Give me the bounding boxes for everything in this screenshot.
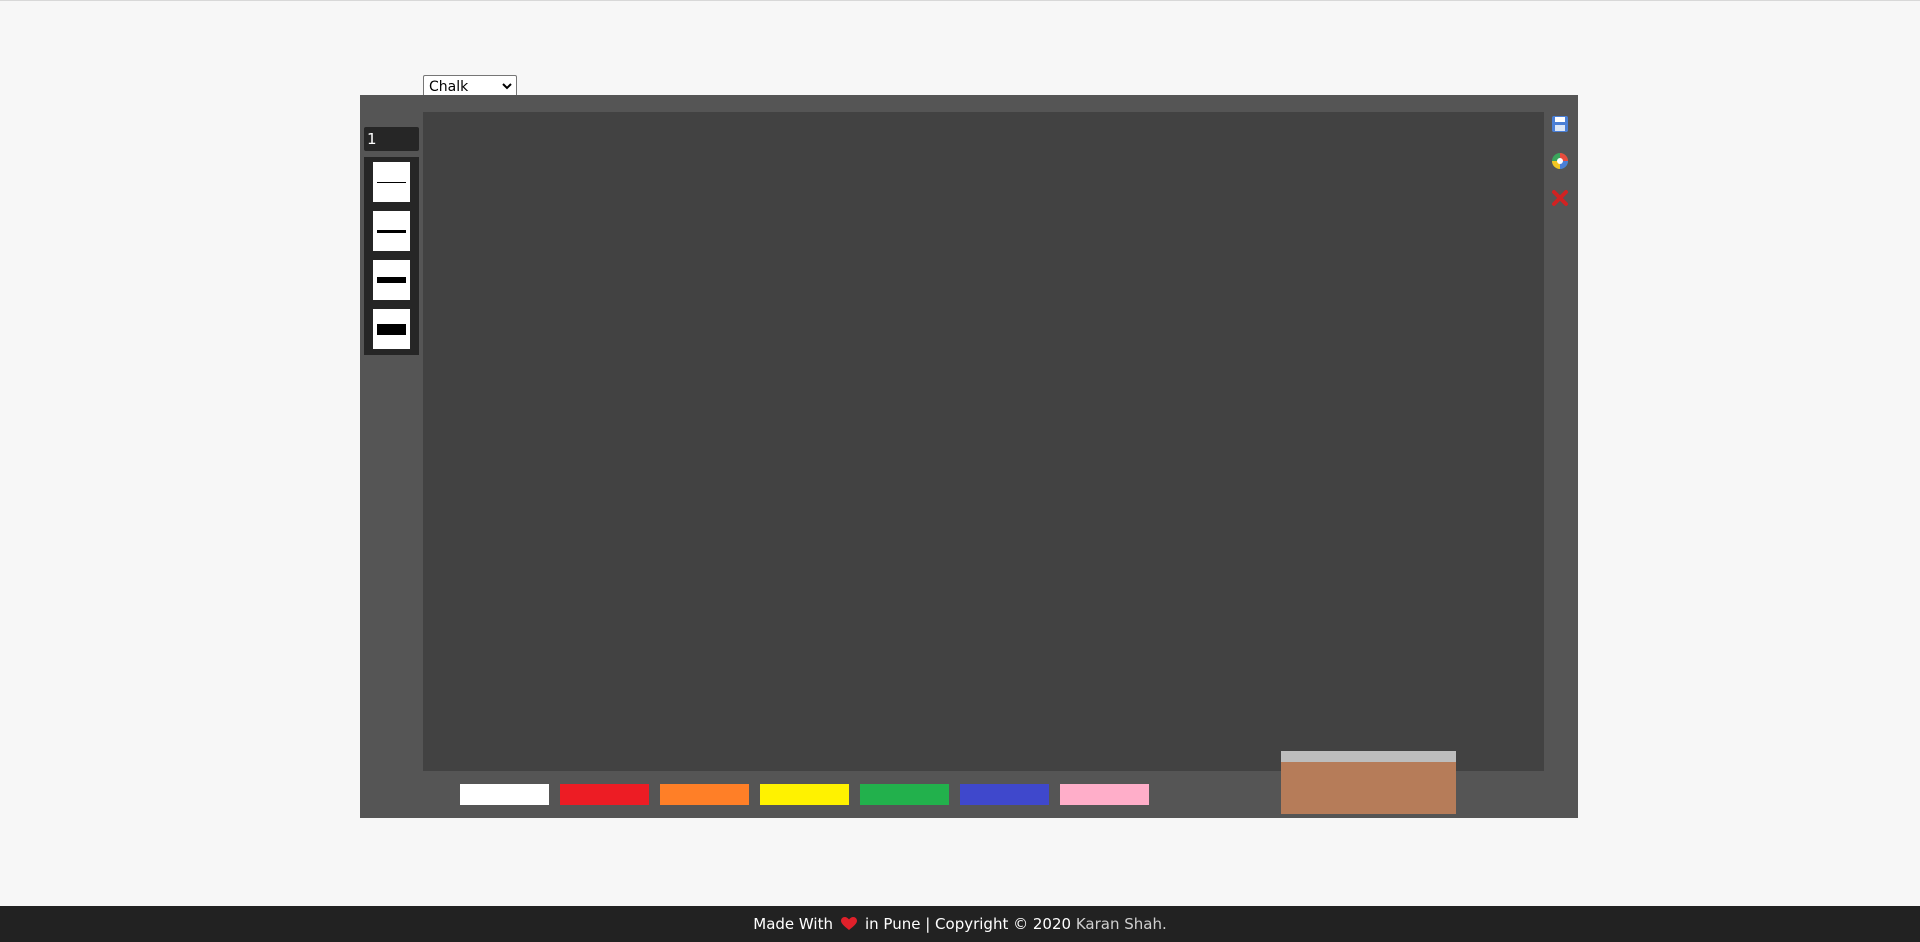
size-input[interactable]: 1	[364, 127, 419, 151]
line-size-4-button[interactable]	[373, 309, 410, 349]
chalk-green[interactable]	[860, 784, 949, 805]
footer-made-with: Made With	[753, 915, 833, 933]
chalk-red[interactable]	[560, 784, 649, 805]
chalk-pink[interactable]	[1060, 784, 1149, 805]
footer-location-copyright: in Pune | Copyright © 2020	[864, 915, 1072, 933]
line-size-3-icon	[377, 277, 406, 283]
line-size-2-button[interactable]	[373, 211, 410, 251]
drawing-canvas[interactable]	[423, 112, 1544, 771]
eraser-handle	[1281, 762, 1456, 814]
eraser[interactable]	[1281, 751, 1456, 814]
chalk-yellow[interactable]	[760, 784, 849, 805]
chevron-down-icon	[502, 83, 512, 90]
line-size-1-button[interactable]	[373, 162, 410, 202]
line-size-4-icon	[377, 323, 406, 335]
chalk-blue[interactable]	[960, 784, 1049, 805]
line-size-2-icon	[377, 229, 406, 233]
color-wheel-icon[interactable]	[1551, 152, 1569, 170]
chalkboard-frame: 1	[360, 95, 1578, 818]
line-size-3-button[interactable]	[373, 260, 410, 300]
heart-icon	[840, 917, 857, 930]
footer: Made With in Pune | Copyright © 2020 Kar…	[0, 906, 1920, 942]
line-size-1-icon	[377, 181, 406, 183]
line-size-panel	[364, 157, 419, 355]
chalk-white[interactable]	[460, 784, 549, 805]
save-icon[interactable]	[1551, 115, 1569, 133]
chalk-orange[interactable]	[660, 784, 749, 805]
close-icon[interactable]	[1551, 189, 1569, 207]
eraser-felt	[1281, 751, 1456, 762]
top-divider	[0, 0, 1920, 1]
footer-author-link[interactable]: Karan Shah.	[1076, 915, 1167, 933]
